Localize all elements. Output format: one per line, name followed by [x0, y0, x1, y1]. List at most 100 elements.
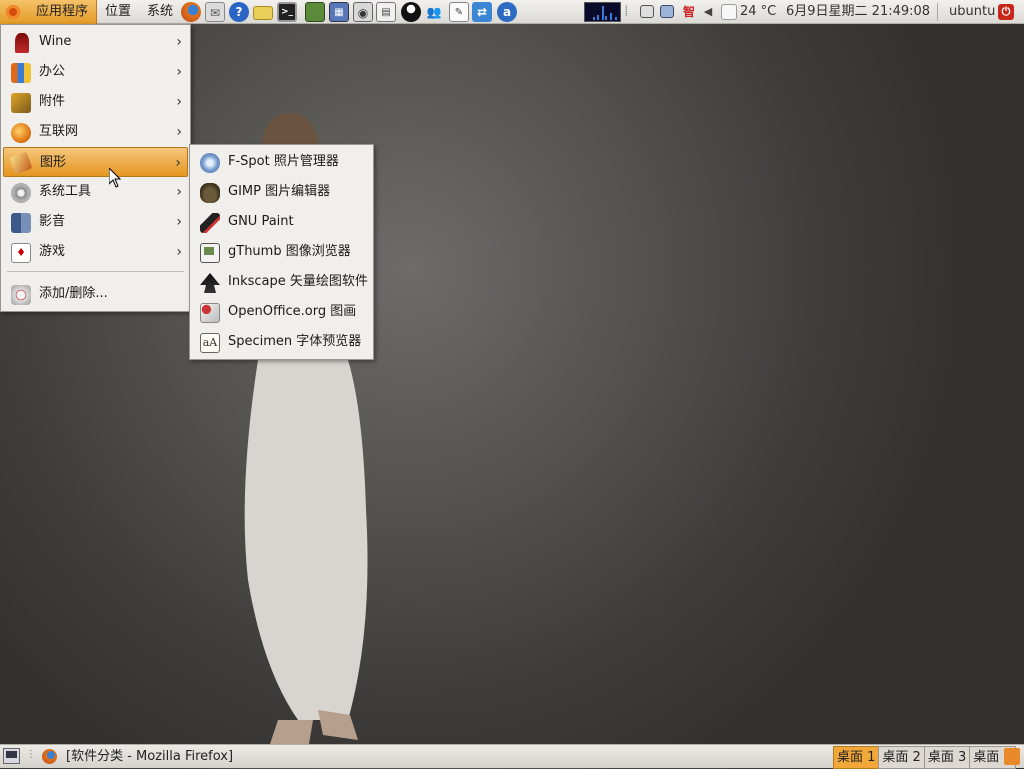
menu-item-multimedia[interactable]: 影音 ›: [3, 207, 188, 237]
ubuntu-logo-icon: [6, 5, 20, 19]
menu-item-system-tools[interactable]: 系统工具 ›: [3, 177, 188, 207]
internet-icon: [11, 123, 31, 143]
submenu-item-label: Specimen 字体预览器: [228, 334, 362, 349]
submenu-item-ooo-draw[interactable]: OpenOffice.org 图画: [192, 297, 371, 327]
submenu-item-gthumb[interactable]: gThumb 图像浏览器: [192, 237, 371, 267]
menu-item-label: 游戏: [39, 244, 66, 259]
camera-icon[interactable]: ◉: [353, 2, 373, 22]
power-icon[interactable]: ⏻: [998, 4, 1014, 20]
menu-item-graphics[interactable]: 图形 ›: [3, 147, 188, 177]
submenu-item-label: F-Spot 照片管理器: [228, 154, 339, 169]
add-remove-icon: [11, 285, 31, 305]
menu-item-label: 互联网: [39, 124, 79, 139]
workspace-switcher: 桌面 1 桌面 2 桌面 3 桌面 4: [833, 746, 1016, 769]
gimp-icon: [200, 183, 220, 203]
taskbar-window-title: [软件分类 - Mozilla Firefox]: [66, 749, 234, 764]
firefox-icon: [42, 749, 57, 764]
qq-icon[interactable]: [401, 2, 421, 22]
menu-item-games[interactable]: ♦ 游戏 ›: [3, 237, 188, 267]
submenu-item-inkscape[interactable]: Inkscape 矢量绘图软件: [192, 267, 371, 297]
calculator-icon[interactable]: ▦: [329, 2, 349, 22]
system-monitor-graph[interactable]: [584, 2, 621, 22]
chevron-right-icon: ›: [176, 64, 182, 80]
show-desktop-icon[interactable]: [3, 748, 20, 764]
user-label[interactable]: ubuntu: [949, 0, 995, 24]
weather-icon: [721, 4, 737, 20]
specimen-icon: aA: [200, 333, 220, 353]
ooo-draw-icon: [200, 303, 220, 323]
mouse-cursor-icon: [109, 168, 121, 188]
submenu-item-specimen[interactable]: aA Specimen 字体预览器: [192, 327, 371, 357]
terminal-icon[interactable]: >_: [277, 2, 297, 22]
graphics-icon: [9, 151, 33, 175]
menu-item-label: 影音: [39, 214, 66, 229]
fspot-icon: [200, 153, 220, 173]
window-list-icon[interactable]: [640, 5, 654, 18]
workspace-3[interactable]: 桌面 3: [923, 746, 971, 769]
submenu-item-label: GIMP 图片编辑器: [228, 184, 331, 199]
top-panel: 应用程序 位置 系统 ✉ ? >_ ▦ ◉ ▤ 👥 ✎ ⇄ a ⸽ 智 ◀ 24…: [0, 0, 1024, 24]
chevron-right-icon: ›: [176, 94, 182, 110]
submenu-item-label: OpenOffice.org 图画: [228, 304, 357, 319]
menu-separator: [7, 271, 184, 272]
inkscape-icon: [200, 273, 220, 293]
mail-icon[interactable]: ✉: [205, 2, 225, 22]
chevron-right-icon: ›: [176, 184, 182, 200]
users-icon[interactable]: 👥: [424, 2, 444, 22]
system-menu-button[interactable]: 系统: [147, 0, 173, 24]
browser-a-icon[interactable]: a: [497, 2, 517, 22]
workspace-2[interactable]: 桌面 2: [878, 746, 925, 769]
firefox-icon[interactable]: [181, 2, 201, 22]
applications-menu-button[interactable]: 应用程序: [0, 0, 97, 24]
wine-icon: [15, 33, 29, 53]
book-icon[interactable]: [305, 2, 325, 22]
menu-item-label: 图形: [40, 155, 67, 170]
trash-icon[interactable]: [1004, 748, 1020, 765]
menu-item-office[interactable]: 办公 ›: [3, 57, 188, 87]
menu-item-accessories[interactable]: 附件 ›: [3, 87, 188, 117]
workspace-1[interactable]: 桌面 1: [833, 746, 880, 769]
handle-icon[interactable]: ⋮: [26, 749, 36, 760]
menu-item-internet[interactable]: 互联网 ›: [3, 117, 188, 147]
volume-icon[interactable]: ◀: [701, 5, 715, 19]
text-editor-icon[interactable]: ✎: [449, 2, 469, 22]
add-remove-label: 添加/删除...: [39, 286, 108, 301]
tray-separator: ⸽: [625, 6, 628, 17]
menu-item-label: Wine: [39, 34, 72, 49]
network-icon[interactable]: ⇄: [472, 2, 492, 22]
applications-menu: Wine › 办公 › 附件 › 互联网 › 图形 › 系统工具 › 影音 › …: [0, 24, 191, 312]
submenu-item-label: gThumb 图像浏览器: [228, 244, 351, 259]
panel-divider: [937, 3, 938, 21]
accessories-icon: [11, 93, 31, 113]
places-menu-button[interactable]: 位置: [105, 0, 131, 24]
temperature-label[interactable]: 24 °C: [740, 0, 776, 24]
submenu-item-label: Inkscape 矢量绘图软件: [228, 274, 368, 289]
graphics-submenu: F-Spot 照片管理器 GIMP 图片编辑器 GNU Paint gThumb…: [189, 144, 374, 360]
help-icon[interactable]: ?: [229, 2, 249, 22]
gnu-paint-icon: [200, 213, 220, 233]
menu-item-wine[interactable]: Wine ›: [3, 27, 188, 57]
clock-label[interactable]: 6月9日星期二 21:49:08: [786, 0, 930, 24]
gthumb-icon: [200, 243, 220, 263]
menu-item-label: 附件: [39, 94, 66, 109]
folder-icon[interactable]: [253, 6, 273, 20]
chevron-right-icon: ›: [176, 214, 182, 230]
presentation-icon[interactable]: ▤: [376, 2, 396, 22]
bottom-panel: ⋮ [软件分类 - Mozilla Firefox] 桌面 1 桌面 2 桌面 …: [0, 744, 1024, 769]
add-remove-button[interactable]: 添加/删除...: [3, 279, 188, 309]
submenu-item-gnu-paint[interactable]: GNU Paint: [192, 207, 371, 237]
system-tools-icon: [11, 183, 31, 203]
applications-menu-label: 应用程序: [36, 4, 89, 19]
office-icon: [11, 63, 31, 83]
games-icon: ♦: [11, 243, 31, 263]
submenu-item-gimp[interactable]: GIMP 图片编辑器: [192, 177, 371, 207]
chevron-right-icon: ›: [176, 244, 182, 260]
multimedia-icon: [11, 213, 31, 233]
input-method-icon[interactable]: 智: [681, 4, 697, 20]
menu-item-label: 办公: [39, 64, 66, 79]
chevron-right-icon: ›: [175, 155, 181, 171]
submenu-item-fspot[interactable]: F-Spot 照片管理器: [192, 147, 371, 177]
screen-icon[interactable]: [660, 5, 674, 18]
chevron-right-icon: ›: [176, 124, 182, 140]
submenu-item-label: GNU Paint: [228, 214, 294, 229]
